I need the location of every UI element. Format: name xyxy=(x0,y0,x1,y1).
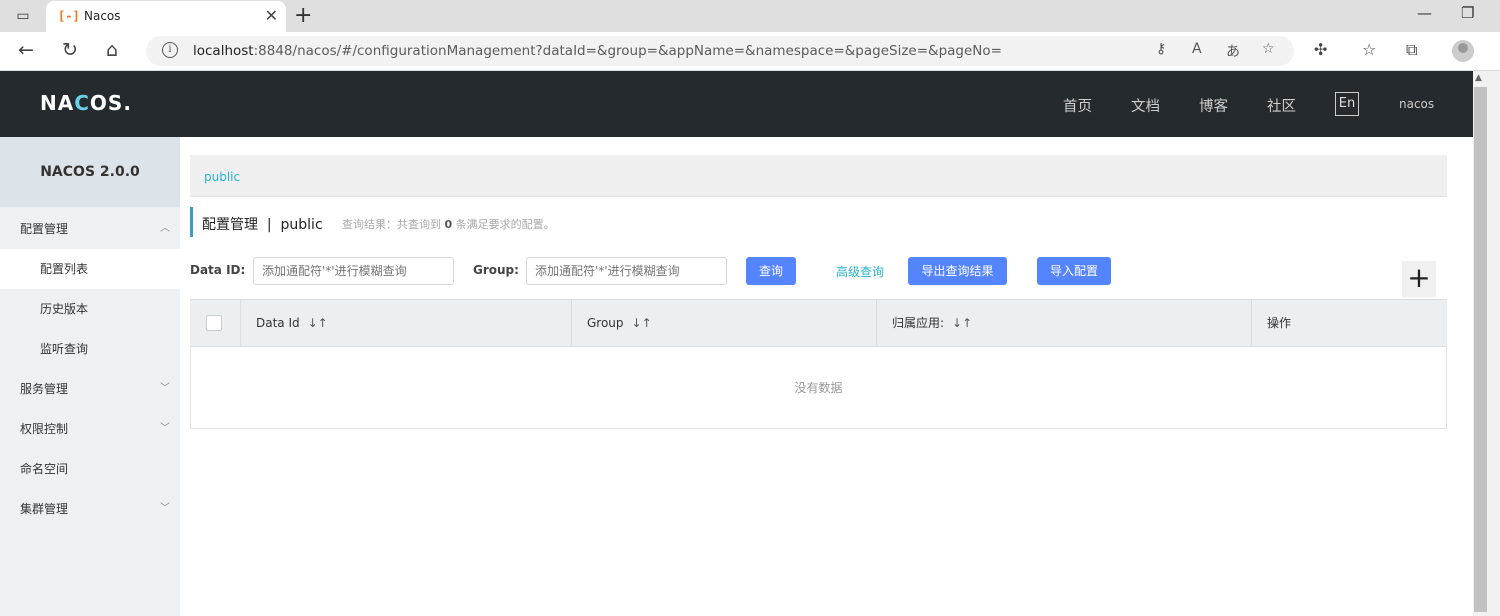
sidebar-item-config-list[interactable]: 配置列表 xyxy=(0,249,180,289)
page-scrollbar[interactable]: ▲ xyxy=(1473,71,1500,616)
empty-state: 没有数据 xyxy=(794,381,843,395)
nav-blog[interactable]: 博客 xyxy=(1199,95,1228,116)
home-icon[interactable]: ⌂ xyxy=(106,39,118,61)
column-group[interactable]: Group ↓↑ xyxy=(572,300,877,346)
favorites-icon[interactable]: ☆ xyxy=(1362,40,1376,59)
browser-tab-bar: ▭ [-] Nacos ✕ + — ❐ xyxy=(0,0,1500,32)
read-aloud-icon[interactable]: A xyxy=(1192,41,1202,57)
namespace-public[interactable]: public xyxy=(204,170,240,184)
reload-icon[interactable]: ↻ xyxy=(62,39,78,61)
sidebar-version: NACOS 2.0.0 xyxy=(0,137,180,207)
url-field[interactable]: i localhost:8848/nacos/#/configurationMa… xyxy=(146,36,1294,66)
sidebar-item-service-management[interactable]: 服务管理 ﹀ xyxy=(0,369,180,409)
title-accent xyxy=(190,207,193,237)
column-actions: 操作 xyxy=(1267,316,1292,330)
data-id-input[interactable] xyxy=(253,257,454,285)
add-config-button[interactable]: + xyxy=(1402,261,1436,297)
table-body: 没有数据 xyxy=(190,347,1447,429)
sidebar: NACOS 2.0.0 配置管理 ︿ 配置列表 历史版本 监听查询 服务管理 ﹀… xyxy=(0,137,180,616)
nacos-logo[interactable]: NACOS. xyxy=(40,91,132,115)
column-app[interactable]: 归属应用: ↓↑ xyxy=(877,300,1252,346)
profile-avatar[interactable] xyxy=(1452,40,1474,62)
import-button[interactable]: 导入配置 xyxy=(1037,257,1111,285)
nav-community[interactable]: 社区 xyxy=(1267,95,1296,116)
select-all-checkbox[interactable] xyxy=(206,315,222,331)
url-text[interactable]: localhost:8848/nacos/#/configurationMana… xyxy=(193,43,1002,59)
translate-icon[interactable]: あ xyxy=(1226,41,1240,61)
sidebar-item-history[interactable]: 历史版本 xyxy=(0,289,180,329)
nacos-favicon: [-] xyxy=(58,9,80,23)
tab-title: Nacos xyxy=(84,9,121,23)
restore-icon[interactable]: ❐ xyxy=(1461,4,1474,22)
scroll-thumb[interactable] xyxy=(1474,87,1487,612)
back-icon[interactable]: ← xyxy=(18,39,34,61)
namespace-bar: public xyxy=(190,155,1447,197)
chevron-down-icon: ﹀ xyxy=(160,503,170,514)
key-icon[interactable]: ⚷ xyxy=(1156,41,1166,57)
language-toggle[interactable]: En xyxy=(1335,92,1359,116)
sort-icon[interactable]: ↓↑ xyxy=(308,316,328,330)
data-id-label: Data ID: xyxy=(190,263,246,277)
query-button[interactable]: 查询 xyxy=(746,257,796,285)
select-all-cell xyxy=(190,300,241,346)
nav-docs[interactable]: 文档 xyxy=(1131,95,1160,116)
sort-icon[interactable]: ↓↑ xyxy=(952,316,972,330)
query-result-text: 查询结果：共查询到 0 条满足要求的配置。 xyxy=(342,218,555,231)
chevron-up-icon: ︿ xyxy=(160,223,170,234)
page-title: 配置管理 | public xyxy=(202,217,323,233)
browser-tab[interactable]: [-] Nacos ✕ xyxy=(46,1,286,32)
advanced-query-link[interactable]: 高级查询 xyxy=(836,263,884,280)
nav-home[interactable]: 首页 xyxy=(1063,95,1092,116)
collections-icon[interactable]: ⧉ xyxy=(1406,40,1417,60)
sidebar-toggle-icon[interactable]: ▭ xyxy=(14,7,32,25)
close-tab-icon[interactable]: ✕ xyxy=(265,6,278,25)
sidebar-item-config-management[interactable]: 配置管理 ︿ xyxy=(0,209,180,249)
table-header: Data Id ↓↑ Group ↓↑ 归属应用: ↓↑ 操作 xyxy=(190,299,1447,347)
site-header: NACOS. 首页 文档 博客 社区 En nacos xyxy=(0,71,1473,137)
address-bar: ← ↻ ⌂ i localhost:8848/nacos/#/configura… xyxy=(0,32,1500,71)
user-menu[interactable]: nacos xyxy=(1399,97,1434,111)
sidebar-item-cluster-management[interactable]: 集群管理 ﹀ xyxy=(0,489,180,529)
scroll-up-icon[interactable]: ▲ xyxy=(1475,73,1482,83)
sidebar-item-access-control[interactable]: 权限控制 ﹀ xyxy=(0,409,180,449)
extensions-icon[interactable]: ✣ xyxy=(1314,40,1327,59)
info-icon[interactable]: i xyxy=(162,42,178,58)
chevron-down-icon: ﹀ xyxy=(160,383,170,394)
favorite-add-icon[interactable]: ☆ xyxy=(1262,41,1275,57)
sidebar-item-listener-query[interactable]: 监听查询 xyxy=(0,329,180,369)
chevron-down-icon: ﹀ xyxy=(160,423,170,434)
group-input[interactable] xyxy=(526,257,727,285)
group-label: Group: xyxy=(473,263,519,277)
sidebar-item-namespace[interactable]: 命名空间 xyxy=(0,449,180,489)
sort-icon[interactable]: ↓↑ xyxy=(632,316,652,330)
column-data-id[interactable]: Data Id ↓↑ xyxy=(241,300,572,346)
minimize-icon[interactable]: — xyxy=(1417,4,1432,22)
export-button[interactable]: 导出查询结果 xyxy=(908,257,1007,285)
new-tab-icon[interactable]: + xyxy=(294,3,312,28)
